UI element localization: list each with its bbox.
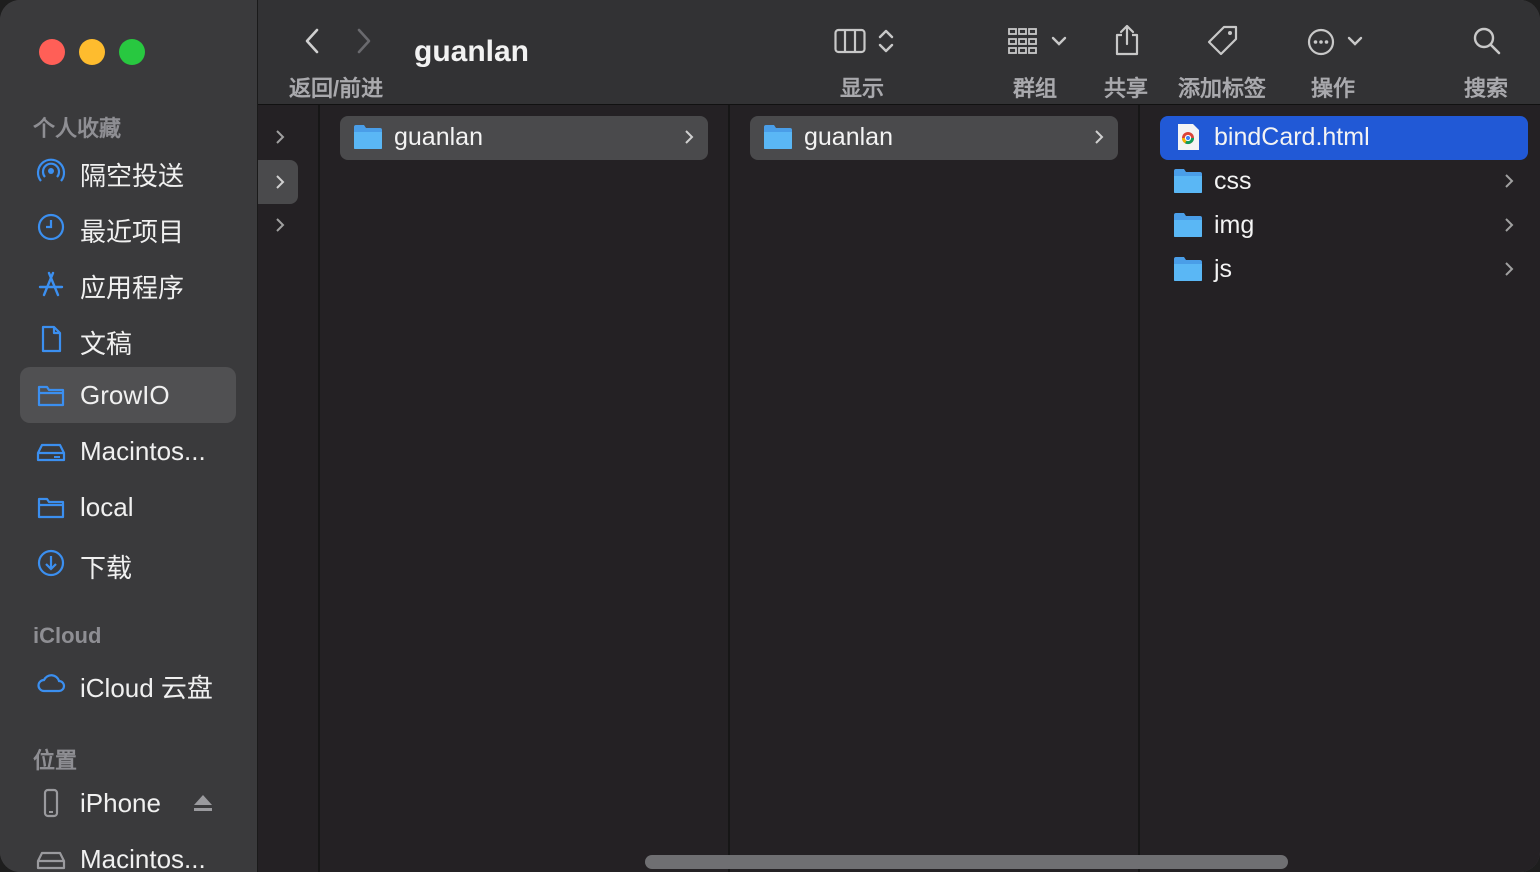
iphone-icon	[43, 788, 59, 818]
list-item[interactable]: js	[1160, 248, 1528, 292]
folder-icon	[37, 385, 65, 407]
column-0	[258, 105, 320, 872]
item-name: guanlan	[394, 123, 483, 151]
download-icon	[37, 549, 65, 577]
sidebar-item-label: iCloud 云盘	[80, 673, 213, 703]
eject-icon[interactable]	[192, 793, 214, 813]
sidebar-item-downloads[interactable]: 下载	[20, 535, 236, 591]
list-item[interactable]: img	[1160, 204, 1528, 248]
sidebar-item-label: 文稿	[80, 329, 133, 359]
share-icon[interactable]	[1113, 23, 1141, 57]
folder-icon	[1174, 169, 1202, 193]
group-label: 群组	[1013, 76, 1058, 101]
sidebar-item-airdrop[interactable]: 隔空投送	[20, 143, 236, 199]
sidebar-item-recents[interactable]: 最近项目	[20, 199, 236, 255]
toolbar: 返回/前进 guanlan 显示 群组 共享 添加标签 操作 搜索	[258, 0, 1540, 105]
minimize-window-button[interactable]	[79, 39, 105, 65]
folder-icon	[764, 125, 792, 149]
sidebar-item-macintosh-location[interactable]: Macintos...	[20, 831, 236, 872]
cloud-icon	[37, 674, 66, 693]
sidebar-item-icloud-drive[interactable]: iCloud 云盘	[20, 655, 236, 711]
column-view-icon[interactable]	[834, 28, 866, 54]
item-name: css	[1214, 167, 1252, 195]
favorites-section-title: 个人收藏	[33, 116, 122, 141]
chevron-right-icon	[1095, 130, 1104, 144]
item-name: img	[1214, 211, 1255, 239]
chevron-right-icon	[1505, 218, 1514, 232]
sidebar-item-applications[interactable]: 应用程序	[20, 255, 236, 311]
more-actions-icon[interactable]	[1306, 27, 1336, 57]
share-label: 共享	[1104, 76, 1149, 101]
updown-chevron-icon[interactable]	[876, 26, 896, 56]
chevron-right-icon[interactable]	[273, 127, 287, 147]
chevron-right-icon	[1505, 262, 1514, 276]
document-icon	[41, 325, 62, 353]
sidebar-item-growio[interactable]: GrowIO	[20, 367, 236, 423]
add-tag-label: 添加标签	[1178, 76, 1267, 101]
group-grid-icon[interactable]	[1007, 27, 1039, 55]
drive-icon	[36, 851, 66, 870]
chevron-down-icon[interactable]	[1346, 34, 1364, 48]
close-window-button[interactable]	[39, 39, 65, 65]
back-chevron-icon[interactable]	[302, 27, 322, 55]
finder-window: 个人收藏 隔空投送 最近项目 应用程序 文稿 GrowIO Macintos..…	[0, 0, 1540, 872]
column-3: bindCard.html css img js	[1140, 105, 1540, 872]
sidebar-item-label: Macintos...	[80, 436, 206, 466]
zoom-window-button[interactable]	[119, 39, 145, 65]
horizontal-scrollbar[interactable]	[645, 855, 1288, 869]
item-name: js	[1214, 255, 1233, 283]
sidebar-item-iphone[interactable]: iPhone	[20, 775, 236, 831]
back-forward-label: 返回/前进	[289, 76, 384, 101]
view-label: 显示	[840, 76, 885, 101]
column-1: guanlan	[320, 105, 730, 872]
html-file-icon	[1178, 124, 1199, 150]
sidebar-item-local[interactable]: local	[20, 479, 236, 535]
sidebar-item-label: GrowIO	[80, 380, 170, 410]
airdrop-icon	[36, 158, 66, 182]
sidebar-item-macintosh[interactable]: Macintos...	[20, 423, 236, 479]
forward-chevron-icon[interactable]	[354, 27, 374, 55]
sidebar-item-label: 下载	[80, 553, 133, 583]
list-item[interactable]: guanlan	[340, 116, 708, 160]
chevron-right-icon	[685, 130, 694, 144]
locations-section-title: 位置	[33, 748, 78, 773]
folder-icon	[354, 125, 382, 149]
sidebar-item-label: 应用程序	[80, 273, 185, 303]
item-name: guanlan	[804, 123, 893, 151]
sidebar-item-label: 最近项目	[80, 217, 185, 247]
tag-icon[interactable]	[1206, 24, 1240, 58]
list-item[interactable]: guanlan	[750, 116, 1118, 160]
sidebar-item-label: Macintos...	[80, 844, 206, 872]
chevron-right-icon[interactable]	[273, 215, 287, 235]
list-item[interactable]: css	[1160, 160, 1528, 204]
icloud-section-title: iCloud	[33, 623, 102, 648]
sidebar: 个人收藏 隔空投送 最近项目 应用程序 文稿 GrowIO Macintos..…	[0, 0, 258, 872]
selected-row-highlight[interactable]	[258, 160, 298, 204]
column-2: guanlan	[730, 105, 1140, 872]
list-item[interactable]: bindCard.html	[1160, 116, 1528, 160]
window-title: guanlan	[414, 35, 530, 68]
folder-icon	[1174, 213, 1202, 237]
search-icon[interactable]	[1472, 26, 1502, 56]
sidebar-item-label: local	[80, 492, 134, 522]
folder-icon	[1174, 257, 1202, 281]
sidebar-item-documents[interactable]: 文稿	[20, 311, 236, 367]
item-name: bindCard.html	[1214, 123, 1370, 151]
sidebar-item-label: iPhone	[80, 788, 161, 818]
chevron-right-icon	[276, 175, 285, 189]
action-label: 操作	[1311, 76, 1356, 101]
chevron-down-icon[interactable]	[1050, 34, 1068, 48]
chevron-right-icon	[1505, 174, 1514, 188]
folder-icon	[37, 497, 65, 519]
sidebar-item-label: 隔空投送	[80, 161, 185, 191]
applications-icon	[38, 271, 64, 297]
drive-icon	[36, 443, 66, 462]
search-label: 搜索	[1464, 76, 1509, 101]
clock-icon	[37, 213, 65, 241]
